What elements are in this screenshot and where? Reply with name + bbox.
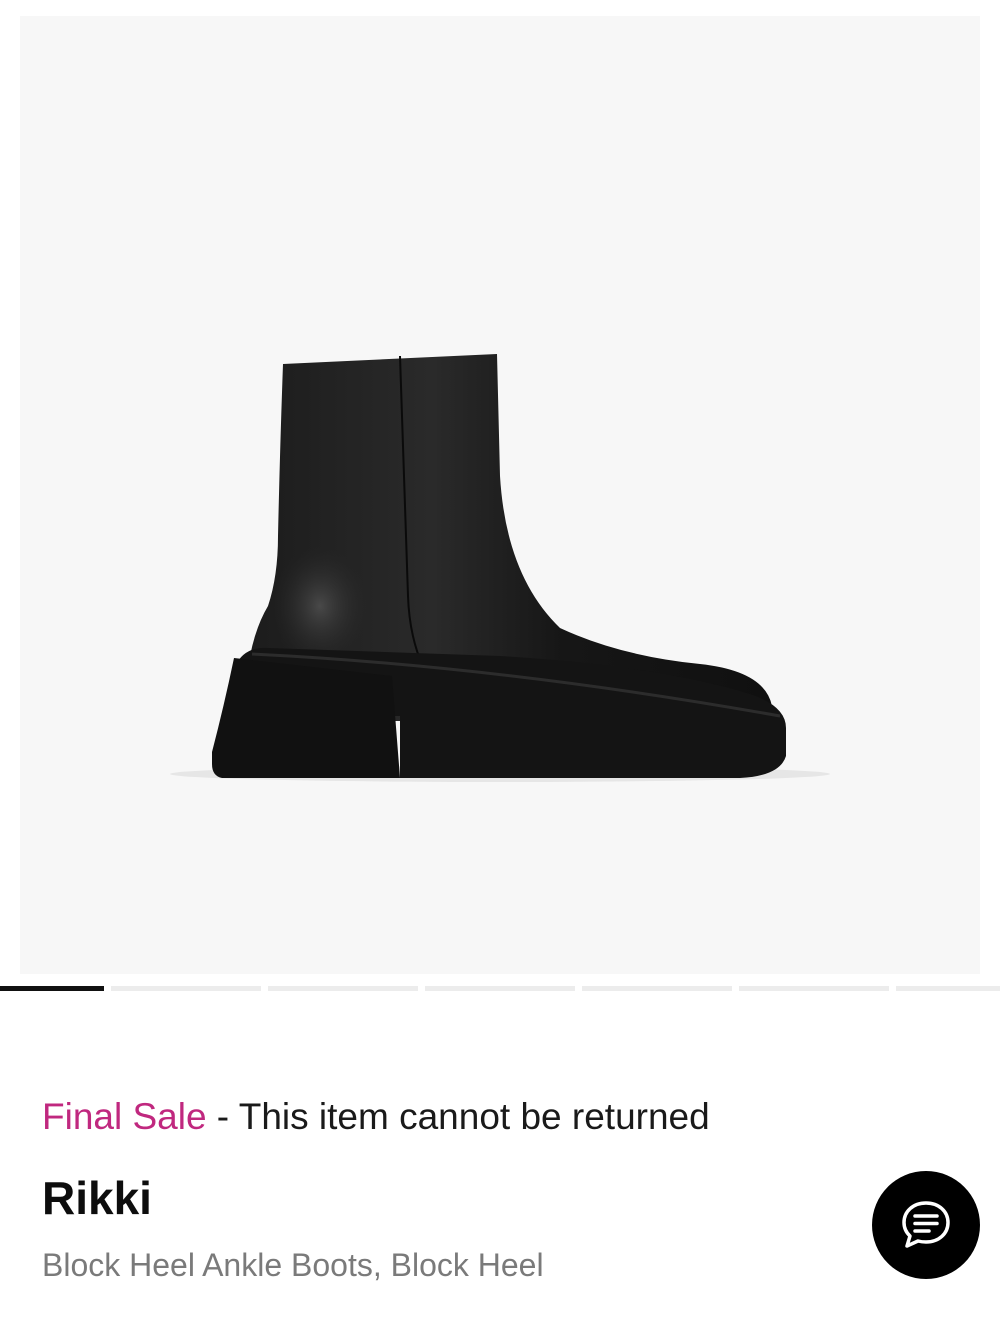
- gallery-progress-indicator: [0, 986, 1000, 992]
- gallery-progress-segment-7[interactable]: [896, 986, 1000, 991]
- final-sale-notice: Final Sale - This item cannot be returne…: [42, 1094, 710, 1140]
- product-name: Block Heel Ankle Boots, Block Heel: [42, 1247, 544, 1283]
- product-image: [170, 354, 830, 782]
- chat-button[interactable]: [872, 1171, 980, 1279]
- chat-bubble-icon: [902, 1201, 950, 1248]
- gallery-progress-segment-4[interactable]: [425, 986, 575, 991]
- gallery-progress-segment-2[interactable]: [111, 986, 261, 991]
- final-sale-message: - This item cannot be returned: [206, 1096, 710, 1137]
- gallery-progress-segment-6[interactable]: [739, 986, 889, 991]
- final-sale-label: Final Sale: [42, 1096, 207, 1137]
- gallery-progress-segment-3[interactable]: [268, 986, 418, 991]
- product-image-gallery[interactable]: [20, 16, 980, 974]
- gallery-progress-segment-1[interactable]: [0, 986, 104, 991]
- gallery-progress-segment-5[interactable]: [582, 986, 732, 991]
- product-brand: Rikki: [42, 1172, 152, 1224]
